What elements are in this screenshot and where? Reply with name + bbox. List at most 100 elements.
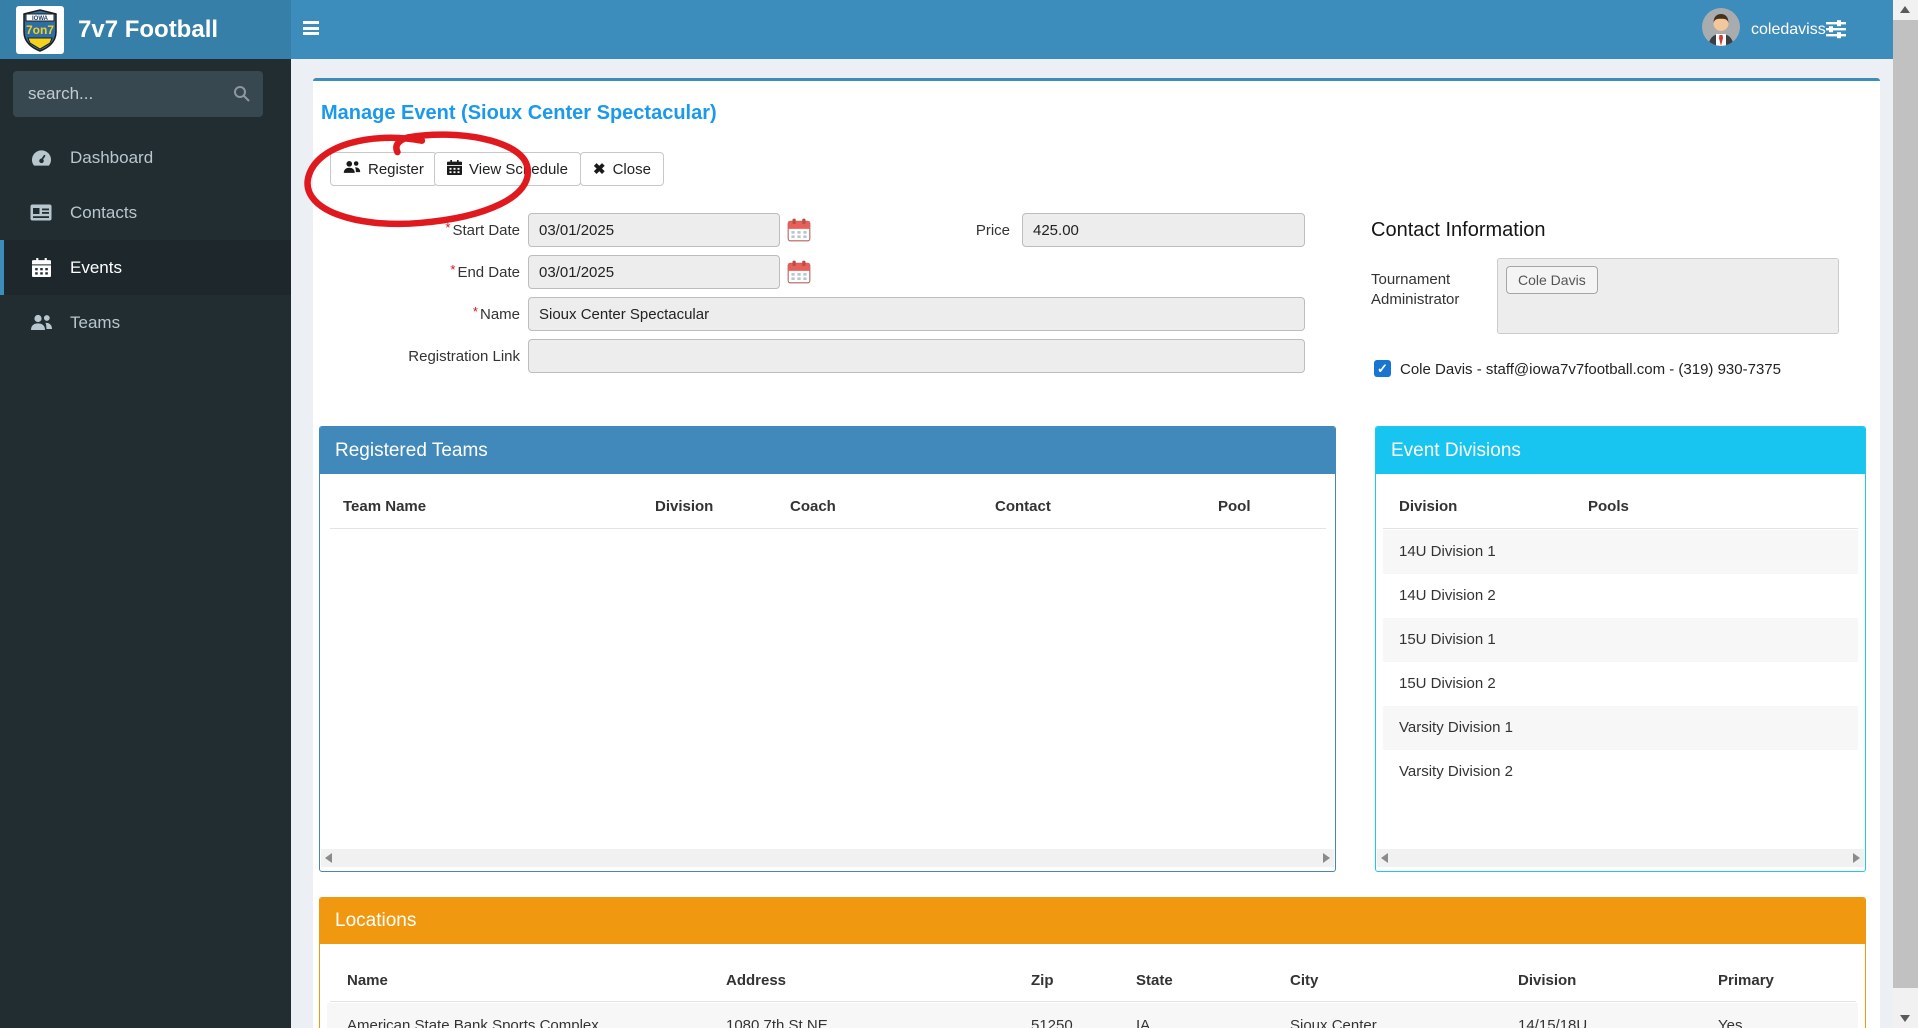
sidebar-item-label: Teams <box>70 313 120 333</box>
sidebar-item-contacts[interactable]: Contacts <box>0 185 291 240</box>
division-row[interactable]: 15U Division 2 <box>1383 662 1858 706</box>
locations-header: Locations <box>320 898 1865 944</box>
end-date-picker-icon[interactable] <box>786 259 812 285</box>
search-input[interactable] <box>13 71 238 117</box>
search-icon[interactable] <box>233 85 250 107</box>
col-primary: Primary <box>1718 972 1774 989</box>
app-logo-icon: IOWA 7on7 <box>16 6 64 54</box>
division-cell: 15U Division 2 <box>1383 675 1496 692</box>
division-row[interactable]: Varsity Division 1 <box>1383 706 1858 750</box>
sidebar-toggle-icon[interactable] <box>303 21 321 37</box>
table-header-divider <box>1383 528 1858 529</box>
sidebar-search <box>13 71 263 117</box>
location-city-cell: Sioux Center <box>1290 1017 1377 1028</box>
user-menu[interactable]: coledaviss <box>1702 0 1826 59</box>
settings-sliders-icon[interactable] <box>1824 17 1848 41</box>
scroll-up-icon[interactable] <box>1900 6 1910 13</box>
contact-information-heading: Contact Information <box>1371 219 1546 242</box>
registered-teams-header: Registered Teams <box>320 427 1335 474</box>
scroll-left-icon[interactable] <box>325 853 332 863</box>
view-schedule-button[interactable]: View Schedule <box>434 152 581 186</box>
sidebar-item-label: Dashboard <box>70 148 153 168</box>
close-button[interactable]: ✖ Close <box>580 152 664 186</box>
start-date-input[interactable] <box>528 213 780 247</box>
registration-link-label: Registration Link <box>320 348 520 365</box>
division-cell: 14U Division 2 <box>1383 587 1496 604</box>
register-button-label: Register <box>368 161 424 178</box>
location-division-cell: 14/15/18U <box>1518 1017 1587 1028</box>
scrollbar-thumb[interactable] <box>1893 20 1918 988</box>
registered-teams-hscrollbar[interactable] <box>321 849 1334 867</box>
register-users-icon <box>343 160 361 178</box>
scroll-right-icon[interactable] <box>1323 853 1330 863</box>
sidebar-item-label: Events <box>70 258 122 278</box>
col-coach: Coach <box>790 498 836 515</box>
close-x-icon: ✖ <box>593 160 606 178</box>
name-label: Name <box>320 306 520 323</box>
registered-teams-panel: Registered Teams <box>319 426 1336 872</box>
start-date-picker-icon[interactable] <box>786 217 812 243</box>
col-division: Division <box>655 498 713 515</box>
division-cell: 15U Division 1 <box>1383 631 1496 648</box>
brand-title: 7v7 Football <box>78 16 218 44</box>
top-navbar: IOWA 7on7 7v7 Football <box>0 0 1893 59</box>
registration-link-input[interactable] <box>528 339 1305 373</box>
sidebar-item-events[interactable]: Events <box>0 240 291 295</box>
event-divisions-header: Event Divisions <box>1376 427 1865 474</box>
location-state-cell: IA <box>1136 1017 1150 1028</box>
table-header-divider <box>330 1001 1856 1002</box>
division-row[interactable]: 14U Division 1 <box>1383 530 1858 574</box>
location-primary-cell: Yes <box>1718 1017 1742 1028</box>
sidebar-item-teams[interactable]: Teams <box>0 295 291 350</box>
scroll-left-icon[interactable] <box>1381 853 1388 863</box>
division-row[interactable]: Varsity Division 2 <box>1383 750 1858 794</box>
event-divisions-hscrollbar[interactable] <box>1377 849 1864 867</box>
app-window: IOWA 7on7 7v7 Football <box>0 0 1918 1028</box>
division-cell: 14U Division 1 <box>1383 543 1496 560</box>
sidebar-item-label: Contacts <box>70 203 137 223</box>
end-date-label: End Date <box>320 264 520 281</box>
col-state: State <box>1136 972 1173 989</box>
col-city: City <box>1290 972 1318 989</box>
division-cell: Varsity Division 1 <box>1383 719 1513 736</box>
page-vertical-scrollbar[interactable] <box>1893 0 1918 1028</box>
division-row[interactable]: 15U Division 1 <box>1383 618 1858 662</box>
user-avatar <box>1702 8 1740 51</box>
svg-text:7on7: 7on7 <box>26 23 54 37</box>
col-contact: Contact <box>995 498 1051 515</box>
close-button-label: Close <box>613 161 651 178</box>
contacts-icon <box>29 204 53 221</box>
table-header-divider <box>330 528 1326 529</box>
dashboard-icon <box>29 149 53 167</box>
brand-logo-area[interactable]: IOWA 7on7 7v7 Football <box>0 0 291 59</box>
col-division: Division <box>1399 498 1457 515</box>
tournament-administrator-label: Tournament Administrator <box>1371 270 1491 310</box>
col-pools: Pools <box>1588 498 1629 515</box>
event-name-input[interactable] <box>528 297 1305 331</box>
division-row[interactable]: 14U Division 2 <box>1383 574 1858 618</box>
register-button[interactable]: Register <box>330 152 437 186</box>
view-schedule-button-label: View Schedule <box>469 161 568 178</box>
scroll-down-icon[interactable] <box>1900 1015 1910 1022</box>
schedule-calendar-icon <box>447 160 462 179</box>
administrator-chip[interactable]: Cole Davis <box>1506 266 1598 294</box>
location-zip-cell: 51250 <box>1031 1017 1073 1028</box>
events-calendar-icon <box>29 258 53 277</box>
col-zip: Zip <box>1031 972 1054 989</box>
location-row[interactable]: American State Bank Sports Complex 1080 … <box>327 1003 1858 1028</box>
price-input[interactable] <box>1022 213 1305 247</box>
username-label: coledaviss <box>1751 21 1826 39</box>
scroll-right-icon[interactable] <box>1853 853 1860 863</box>
col-pool: Pool <box>1218 498 1251 515</box>
division-cell: Varsity Division 2 <box>1383 763 1513 780</box>
sidebar: Dashboard Contacts <box>0 59 291 1028</box>
page-title: Manage Event (Sioux Center Spectacular) <box>321 102 717 125</box>
location-address-cell: 1080 7th St NE <box>726 1017 828 1028</box>
sidebar-item-dashboard[interactable]: Dashboard <box>0 130 291 185</box>
contact-checkbox[interactable] <box>1374 360 1391 377</box>
end-date-input[interactable] <box>528 255 780 289</box>
tournament-administrator-field[interactable]: Cole Davis <box>1497 258 1839 334</box>
location-name-cell: American State Bank Sports Complex <box>347 1017 599 1028</box>
price-label: Price <box>810 222 1010 239</box>
svg-text:IOWA: IOWA <box>32 16 49 22</box>
